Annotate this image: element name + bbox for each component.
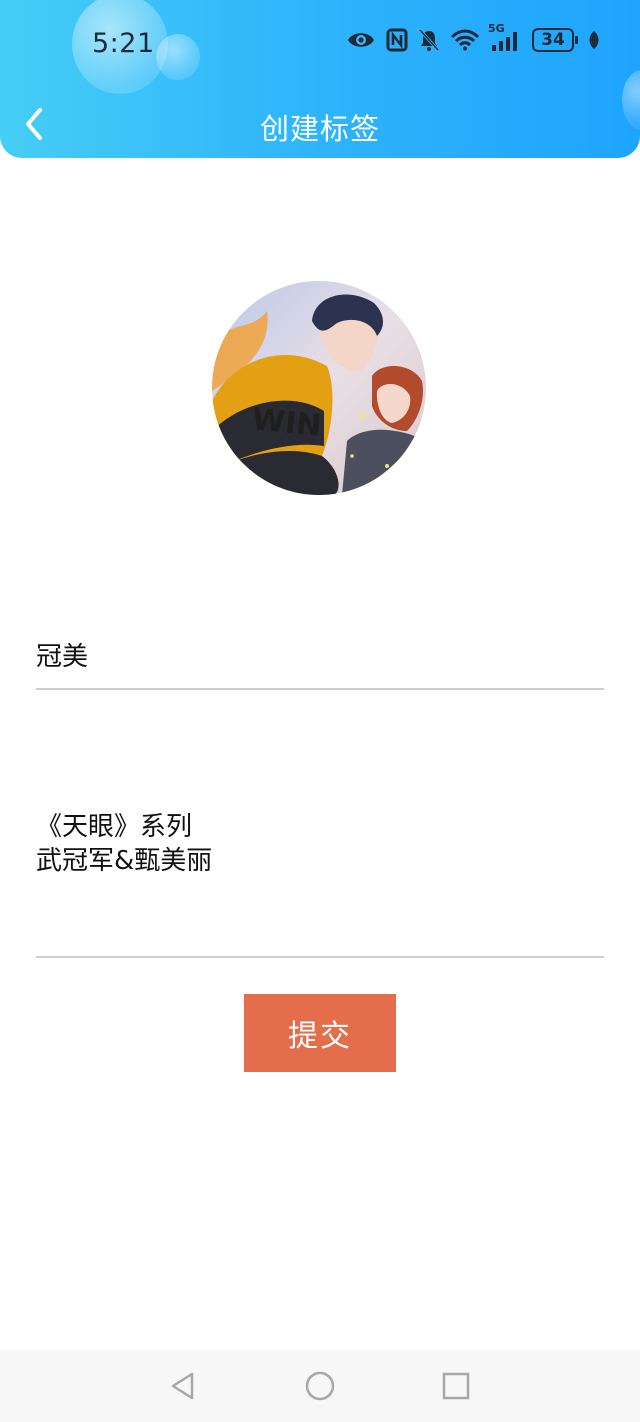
description-line: 《天眼》系列 [36, 812, 193, 842]
page-title: 创建标签 [259, 112, 380, 146]
tag-name-input[interactable]: 冠美 [36, 632, 604, 690]
signal-icon: 5G [488, 22, 522, 52]
status-icons: 5G 34 [346, 22, 600, 52]
leaf-icon [588, 30, 600, 50]
tag-description-input[interactable]: 《天眼》系列 武冠军&甄美丽 [36, 810, 604, 958]
network-type-label: 5G [488, 22, 505, 35]
nav-home-button[interactable] [304, 1370, 336, 1402]
nav-back-button[interactable] [166, 1370, 198, 1402]
eye-icon [346, 29, 376, 51]
wifi-icon [450, 29, 480, 51]
app-header: 5:21 5G 34 创建标签 [0, 0, 640, 158]
avatar-shirt-text: WIN [250, 402, 323, 444]
home-circle-icon [305, 1371, 335, 1401]
description-line: 武冠军&甄美丽 [36, 846, 213, 876]
nav-recents-button[interactable] [440, 1370, 472, 1402]
status-time: 5:21 [92, 28, 155, 59]
back-triangle-icon [171, 1372, 194, 1400]
avatar-image[interactable]: WIN [212, 281, 426, 495]
submit-button[interactable]: 提交 [244, 994, 396, 1072]
decorative-bubble [156, 34, 200, 80]
bell-off-icon [418, 28, 440, 52]
recents-square-icon [442, 1372, 470, 1400]
nfc-icon [386, 28, 408, 52]
battery-level: 34 [541, 30, 565, 50]
battery-icon: 34 [532, 28, 578, 52]
